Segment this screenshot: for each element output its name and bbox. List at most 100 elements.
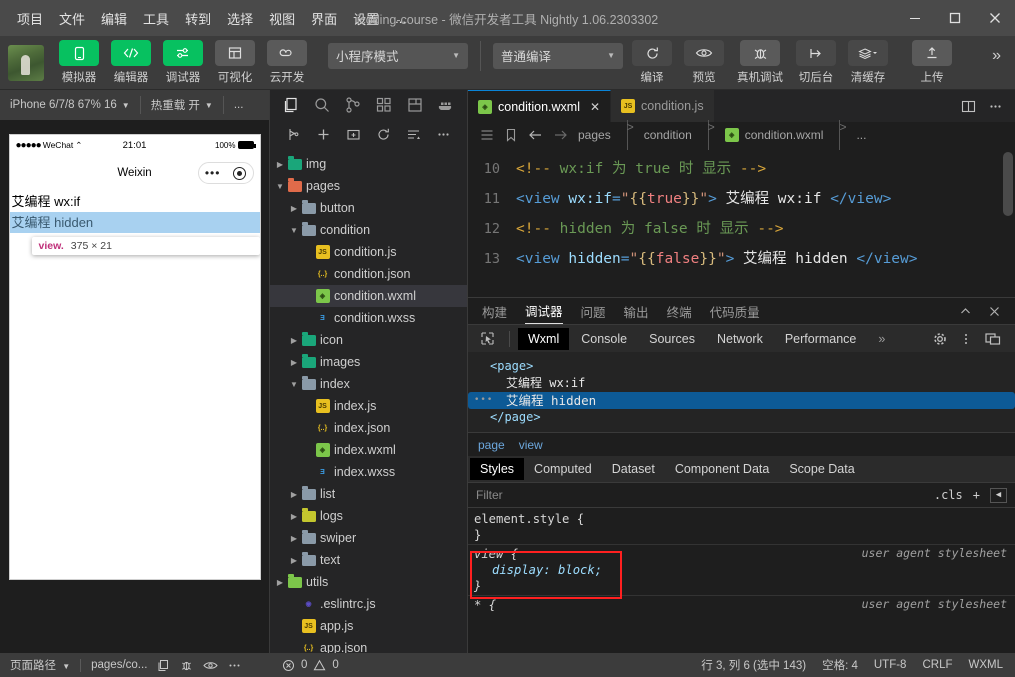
new-file-icon[interactable] (286, 127, 301, 142)
rule-property[interactable]: display: block; (474, 562, 1015, 578)
breadcrumb-file[interactable]: condition.wxml (745, 128, 824, 142)
panel-tab-code-quality[interactable]: 代码质量 (710, 302, 760, 321)
filter-input[interactable]: Filter (476, 488, 934, 502)
device-select[interactable]: iPhone 6/7/8 67% 16 ▼ (0, 90, 140, 120)
split-editor-icon[interactable] (961, 99, 976, 114)
close-icon[interactable]: ✕ (590, 100, 600, 114)
add-icon[interactable] (316, 127, 331, 142)
tree-item[interactable]: {..} app.json (270, 637, 467, 653)
tree-item[interactable]: ▶ utils (270, 571, 467, 593)
panel-tab-build[interactable]: 构建 (482, 302, 507, 321)
save-icon[interactable] (406, 96, 424, 114)
chevron-right-icon[interactable]: ▶ (288, 512, 300, 521)
wxml-node[interactable]: ••• 艾编程 hidden (468, 392, 1015, 409)
toolbar-button-cloud[interactable]: 云开发 (264, 40, 310, 85)
compile-select[interactable]: 普通编译 ▼ (493, 42, 623, 69)
menu-item-tools[interactable]: 工具 (136, 5, 176, 32)
chevron-right-icon[interactable]: ▶ (274, 160, 286, 169)
language-mode[interactable]: WXML (969, 659, 1004, 671)
collapse-icon[interactable] (406, 127, 421, 142)
devtools-tab-console[interactable]: Console (571, 328, 637, 350)
tree-item[interactable]: ▶ img (270, 153, 467, 175)
settings-gear-icon[interactable] (933, 332, 947, 346)
style-rule-universal[interactable]: * { user agent stylesheet (468, 596, 1015, 614)
devtools-tab-network[interactable]: Network (707, 328, 773, 350)
devtools-tab-sources[interactable]: Sources (639, 328, 705, 350)
node-crumb-page[interactable]: page (478, 438, 505, 452)
tree-item[interactable]: ▼ condition (270, 219, 467, 241)
toolbar-button-preview[interactable]: 预览 (681, 40, 727, 85)
styles-tab-styles[interactable]: Styles (470, 458, 525, 480)
toolbar-button-editor[interactable]: 编辑器 (108, 40, 154, 85)
mode-select[interactable]: 小程序模式 ▼ (328, 42, 468, 69)
tree-item[interactable]: ▼ pages (270, 175, 467, 197)
tree-item[interactable]: ◉ .eslintrc.js (270, 593, 467, 615)
panel-tab-output[interactable]: 输出 (624, 302, 649, 321)
files-icon[interactable] (282, 96, 300, 114)
toolbar-button-debugger[interactable]: 调试器 (160, 40, 206, 85)
wxml-node[interactable]: </page> (468, 409, 1015, 426)
tree-item[interactable]: ◈ index.wxml (270, 439, 467, 461)
page-view-row-2[interactable]: 艾编程 hidden (9, 212, 260, 233)
docker-icon[interactable] (437, 96, 455, 114)
inspect-cursor-icon[interactable] (474, 331, 501, 346)
panel-tab-terminal[interactable]: 终端 (667, 302, 692, 321)
style-rule-view[interactable]: view { display: block; } user agent styl… (468, 545, 1015, 596)
minimize-button[interactable] (895, 0, 935, 36)
bug-icon[interactable] (180, 659, 193, 672)
menu-item-goto[interactable]: 转到 (178, 5, 218, 32)
more-icon[interactable] (228, 659, 241, 672)
tree-item[interactable]: ▶ text (270, 549, 467, 571)
forward-icon[interactable] (553, 128, 568, 142)
styles-tab-computed[interactable]: Computed (524, 458, 602, 480)
eye-icon[interactable] (203, 660, 219, 671)
collapse-icon[interactable] (959, 305, 972, 318)
breadcrumb-pages[interactable]: pages (578, 128, 611, 142)
devtools-overflow-button[interactable]: » (868, 328, 895, 350)
node-crumb-view[interactable]: view (519, 438, 543, 452)
status-diagnostics[interactable]: 0 0 (270, 659, 339, 672)
menu-item-view[interactable]: 视图 (262, 5, 302, 32)
chevron-right-icon[interactable]: ▶ (288, 534, 300, 543)
panel-tab-problems[interactable]: 问题 (581, 302, 606, 321)
toolbar-button-clear-cache[interactable]: 清缓存 (845, 40, 891, 85)
tree-item[interactable]: JS condition.js (270, 241, 467, 263)
page-path-select[interactable]: 页面路径 ▼ (10, 657, 70, 673)
menu-item-more[interactable]: ... (388, 7, 413, 30)
chevron-right-icon[interactable]: ▶ (288, 556, 300, 565)
menu-item-file[interactable]: 文件 (52, 5, 92, 32)
toolbar-button-visualization[interactable]: 可视化 (212, 40, 258, 85)
editor-tab-condition-wxml[interactable]: ◈ condition.wxml ✕ (468, 90, 612, 122)
tree-item[interactable]: Ǝindex.wxss (270, 461, 467, 483)
tree-item[interactable]: ▶ icon (270, 329, 467, 351)
close-icon[interactable] (988, 305, 1001, 318)
page-path-value[interactable]: pages/co... (91, 659, 147, 671)
chevron-down-icon[interactable]: ▼ (288, 380, 300, 389)
styles-tab-dataset[interactable]: Dataset (602, 458, 665, 480)
dock-icon[interactable] (985, 332, 1001, 346)
toolbar-button-background[interactable]: 切后台 (793, 40, 839, 85)
tree-item[interactable]: JS index.js (270, 395, 467, 417)
panel-tab-debugger[interactable]: 调试器 (525, 299, 563, 324)
toolbar-overflow-button[interactable]: » (986, 47, 1007, 65)
wxml-tree[interactable]: <page> 艾编程 wx:if ••• 艾编程 hidden </page> (468, 352, 1015, 432)
chevron-down-icon[interactable]: ▼ (274, 182, 286, 191)
copy-icon[interactable] (157, 659, 170, 672)
more-icon[interactable] (436, 127, 451, 142)
expand-dots-icon[interactable]: ••• (474, 392, 493, 409)
tree-item[interactable]: ◈ condition.wxml (270, 285, 467, 308)
tree-item[interactable]: {..} condition.json (270, 263, 467, 285)
page-view-row-1[interactable]: 艾编程 wx:if (10, 191, 260, 212)
breadcrumb-more[interactable]: ... (856, 128, 866, 142)
cls-button[interactable]: .cls (934, 488, 963, 502)
tree-item[interactable]: ▶ list (270, 483, 467, 505)
menu-item-select[interactable]: 选择 (220, 5, 260, 32)
chevron-right-icon[interactable]: ▶ (288, 204, 300, 213)
hot-reload-select[interactable]: 热重载 开 ▼ (141, 90, 223, 120)
tree-item[interactable]: ▶ images (270, 351, 467, 373)
devtools-tab-wxml[interactable]: Wxml (518, 327, 570, 350)
menu-item-project[interactable]: 项目 (10, 5, 50, 32)
cursor-position[interactable]: 行 3, 列 6 (选中 143) (701, 657, 806, 673)
indent-setting[interactable]: 空格: 4 (822, 657, 858, 673)
editor-scrollbar[interactable] (1003, 152, 1013, 216)
